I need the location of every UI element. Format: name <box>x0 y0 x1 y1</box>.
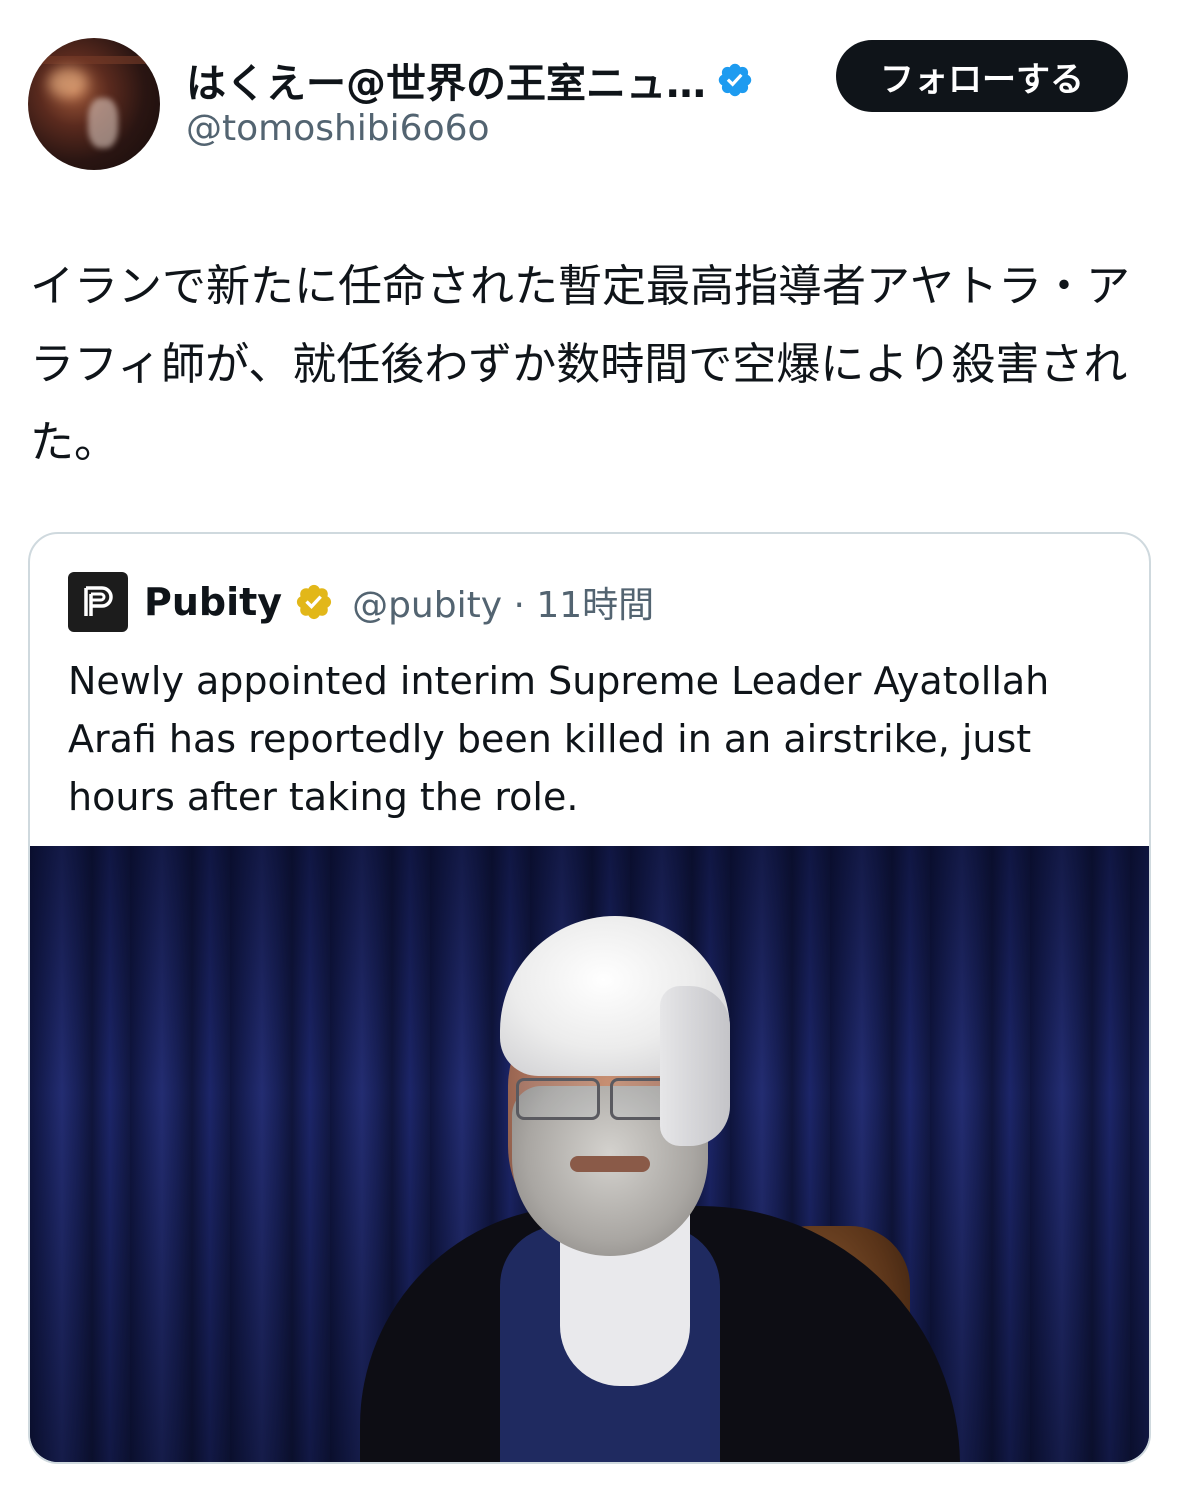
blue-verified-badge-icon <box>718 63 752 97</box>
name-row: はくえー@世界の王室ニュ… <box>186 50 754 110</box>
quoted-tweet-photo[interactable] <box>30 846 1149 1462</box>
display-name[interactable]: はくえー@世界の王室ニュ… <box>186 51 706 109</box>
gold-verified-badge-icon <box>296 584 332 620</box>
follow-button[interactable]: フォローする <box>836 40 1128 112</box>
quoted-display-name[interactable]: Pubity <box>144 580 282 624</box>
quoted-tweet-card[interactable]: Pubity @pubity · 11時間 Newly appointed in… <box>28 532 1151 1464</box>
quoted-tweet-header: Pubity @pubity · 11時間 <box>68 572 654 632</box>
quoted-tweet-text: Newly appointed interim Supreme Leader A… <box>68 659 1050 819</box>
user-avatar[interactable] <box>28 38 160 170</box>
tweet-text: イランで新たに任命された暫定最高指導者アヤトラ・アラフィ師が、就任後わずか数時間… <box>30 261 1130 468</box>
pubity-logo-icon[interactable] <box>68 572 128 632</box>
tweet-page: はくえー@世界の王室ニュ… @tomoshibi6o6o フォローする イランで… <box>0 0 1179 1502</box>
quoted-handle-time[interactable]: @pubity · 11時間 <box>352 576 654 628</box>
user-handle[interactable]: @tomoshibi6o6o <box>186 108 490 149</box>
